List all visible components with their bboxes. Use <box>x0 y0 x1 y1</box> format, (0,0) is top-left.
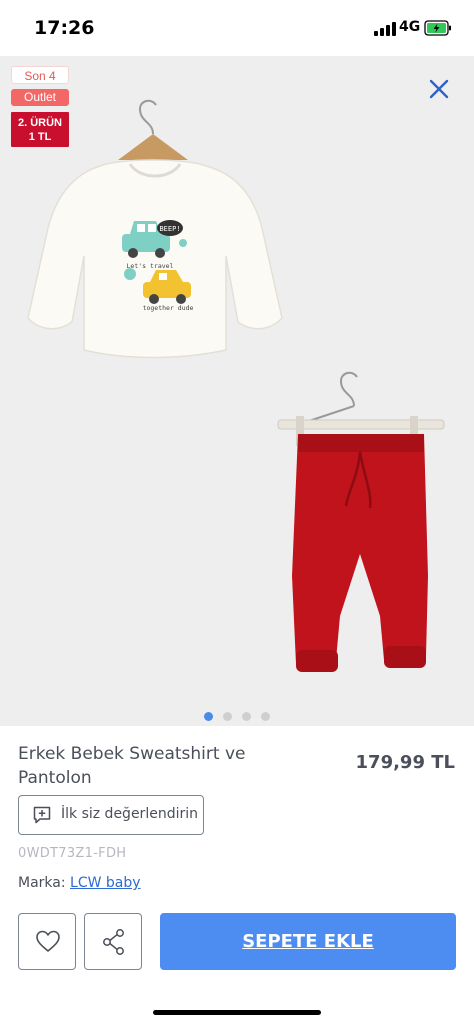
brand-label: Marka: <box>18 875 66 891</box>
share-icon <box>103 929 124 955</box>
brand-link[interactable]: LCW baby <box>70 875 141 891</box>
badge-outlet: Outlet <box>11 89 69 106</box>
product-image: BEEP! Let's travel together dude <box>27 99 445 672</box>
shirt-print-line2: together dude <box>143 304 194 312</box>
product-sku: 0WDT73Z1-FDH <box>18 846 127 861</box>
home-indicator[interactable] <box>153 1010 321 1015</box>
shirt-print-line1: Let's travel <box>127 262 174 270</box>
status-time: 17:26 <box>34 17 95 39</box>
product-image-gallery[interactable]: BEEP! Let's travel together dude Son 4 O… <box>0 56 474 726</box>
gallery-dot[interactable] <box>223 712 232 721</box>
brand-row: Marka: LCW baby <box>18 875 141 891</box>
badge-promo: 2. ÜRÜN 1 TL <box>11 112 69 147</box>
shirt-print-bubble: BEEP! <box>159 225 180 233</box>
badge-son: Son 4 <box>11 66 69 84</box>
gallery-dot[interactable] <box>242 712 251 721</box>
heart-icon <box>36 930 60 952</box>
close-icon[interactable] <box>426 76 452 102</box>
review-button-label: İlk siz değerlendirin <box>61 806 198 822</box>
network-label: 4G <box>399 19 421 35</box>
add-review-icon <box>33 806 51 824</box>
add-to-cart-button[interactable]: SEPETE EKLE <box>160 913 456 970</box>
status-bar: 17:26 4G <box>0 0 474 56</box>
favorite-button[interactable] <box>18 913 76 970</box>
gallery-dot[interactable] <box>261 712 270 721</box>
battery-icon <box>424 20 451 36</box>
review-button[interactable]: İlk siz değerlendirin <box>18 795 204 835</box>
product-title: Erkek Bebek Sweatshirt ve Pantolon <box>18 744 246 788</box>
share-button[interactable] <box>84 913 142 970</box>
product-price: 179,99 TL <box>355 752 455 773</box>
gallery-dot[interactable] <box>204 712 213 721</box>
gallery-pagination <box>0 708 474 721</box>
signal-icon <box>374 22 396 36</box>
